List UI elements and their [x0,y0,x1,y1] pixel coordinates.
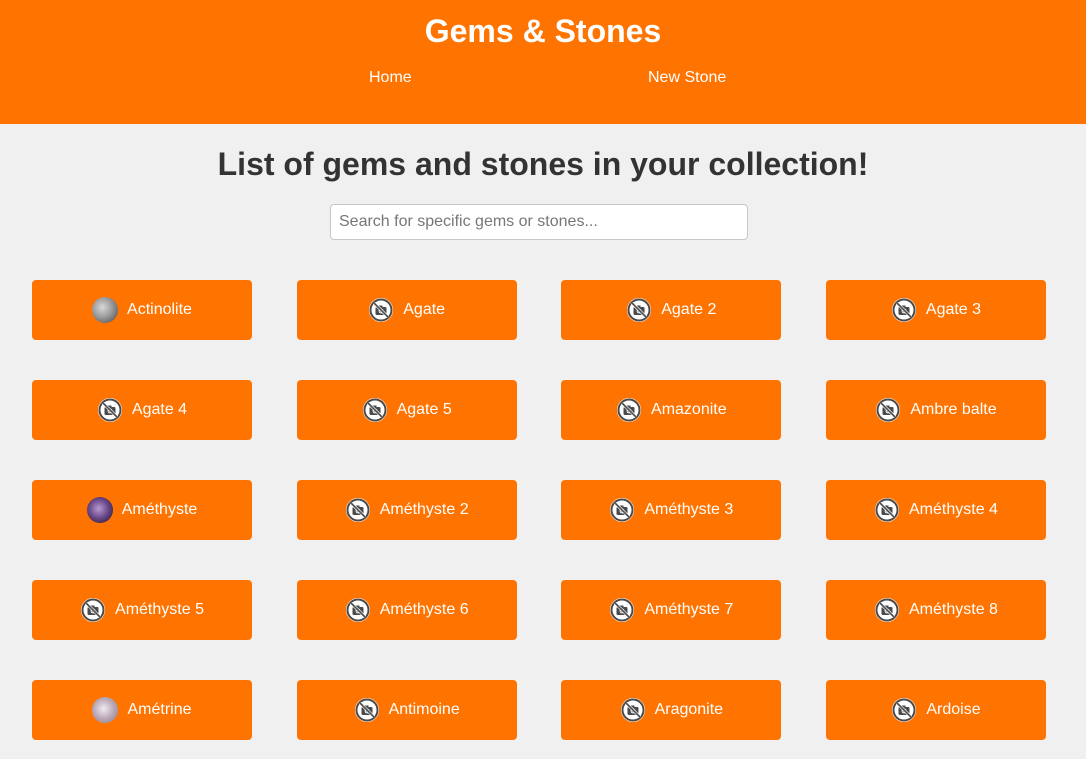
stone-name: Agate 2 [661,301,717,318]
no-photo-icon [874,597,900,623]
site-title: Gems & Stones [424,13,662,49]
no-photo-icon [891,697,917,723]
no-photo-icon [354,697,380,723]
no-photo-icon [368,297,394,323]
stone-button[interactable]: Amétrine [32,680,252,740]
no-photo-icon [891,297,917,323]
stone-button[interactable]: Amazonite [561,380,782,440]
stone-name: Améthyste [121,501,198,518]
stone-name: Agate 5 [396,401,452,418]
stone-button[interactable]: Améthyste 4 [825,480,1046,540]
stone-thumbnail-icon [86,497,113,523]
stone-button[interactable]: Améthyste 5 [32,580,252,640]
stone-name: Agate 3 [925,301,982,318]
stone-button[interactable]: Agate 2 [561,280,782,340]
stone-name: Antimoine [388,701,460,718]
stone-button[interactable]: Améthyste 2 [296,480,517,540]
stone-name: Amétrine [127,701,192,718]
stone-name: Améthyste 6 [379,601,469,618]
stone-button[interactable]: Antimoine [296,680,517,740]
stone-name: Agate 4 [131,401,188,418]
stone-name: Améthyste 4 [909,501,998,518]
stone-button[interactable]: Améthyste 6 [296,580,517,640]
nav-home-link[interactable]: Home [369,69,412,87]
stone-button[interactable]: Améthyste 8 [825,580,1046,640]
stone-button[interactable]: Agate 4 [32,380,252,440]
stone-grid: Actinolite Agate Agate 2 Agate 3 Agate 4 Agat… [32,280,1046,740]
no-photo-icon [345,497,371,523]
stone-button[interactable]: Actinolite [32,280,252,340]
nav-new-stone-link[interactable]: New Stone [648,69,726,87]
no-photo-icon [626,297,652,323]
stone-button[interactable]: Ardoise [825,680,1046,740]
search-input[interactable] [330,204,748,240]
no-photo-icon [609,497,635,523]
stone-name: Actinolite [127,301,192,318]
stone-name: Améthyste 5 [115,601,204,618]
stone-name: Amazonite [651,401,727,418]
stone-name: Aragonite [654,701,724,718]
stone-button[interactable]: Aragonite [561,680,782,740]
stone-button[interactable]: Agate [296,280,517,340]
no-photo-icon [616,397,642,423]
no-photo-icon [874,497,900,523]
stone-button[interactable]: Améthyste 7 [561,580,782,640]
no-photo-icon [80,597,106,623]
stone-button[interactable]: Agate 3 [825,280,1046,340]
stone-name: Ambre balte [910,401,997,418]
no-photo-icon [620,697,646,723]
stone-button[interactable]: Améthyste 3 [561,480,782,540]
stone-name: Améthyste 8 [909,601,998,618]
stone-name: Améthyste 3 [644,501,734,518]
no-photo-icon [609,597,635,623]
stone-name: Améthyste 2 [379,501,469,518]
no-photo-icon [345,597,371,623]
stone-thumbnail-icon [92,697,119,723]
no-photo-icon [875,397,901,423]
page-heading: List of gems and stones in your collecti… [217,146,869,182]
stone-name: Améthyste 7 [644,601,734,618]
no-photo-icon [362,397,388,423]
site-header: Gems & Stones Home New Stone [0,0,1086,124]
stone-thumbnail-icon [92,297,119,323]
stone-name: Ardoise [926,701,981,718]
stone-button[interactable]: Améthyste [32,480,252,540]
stone-button[interactable]: Agate 5 [296,380,517,440]
stone-name: Agate [403,301,446,318]
stone-button[interactable]: Ambre balte [825,380,1046,440]
no-photo-icon [97,397,123,423]
